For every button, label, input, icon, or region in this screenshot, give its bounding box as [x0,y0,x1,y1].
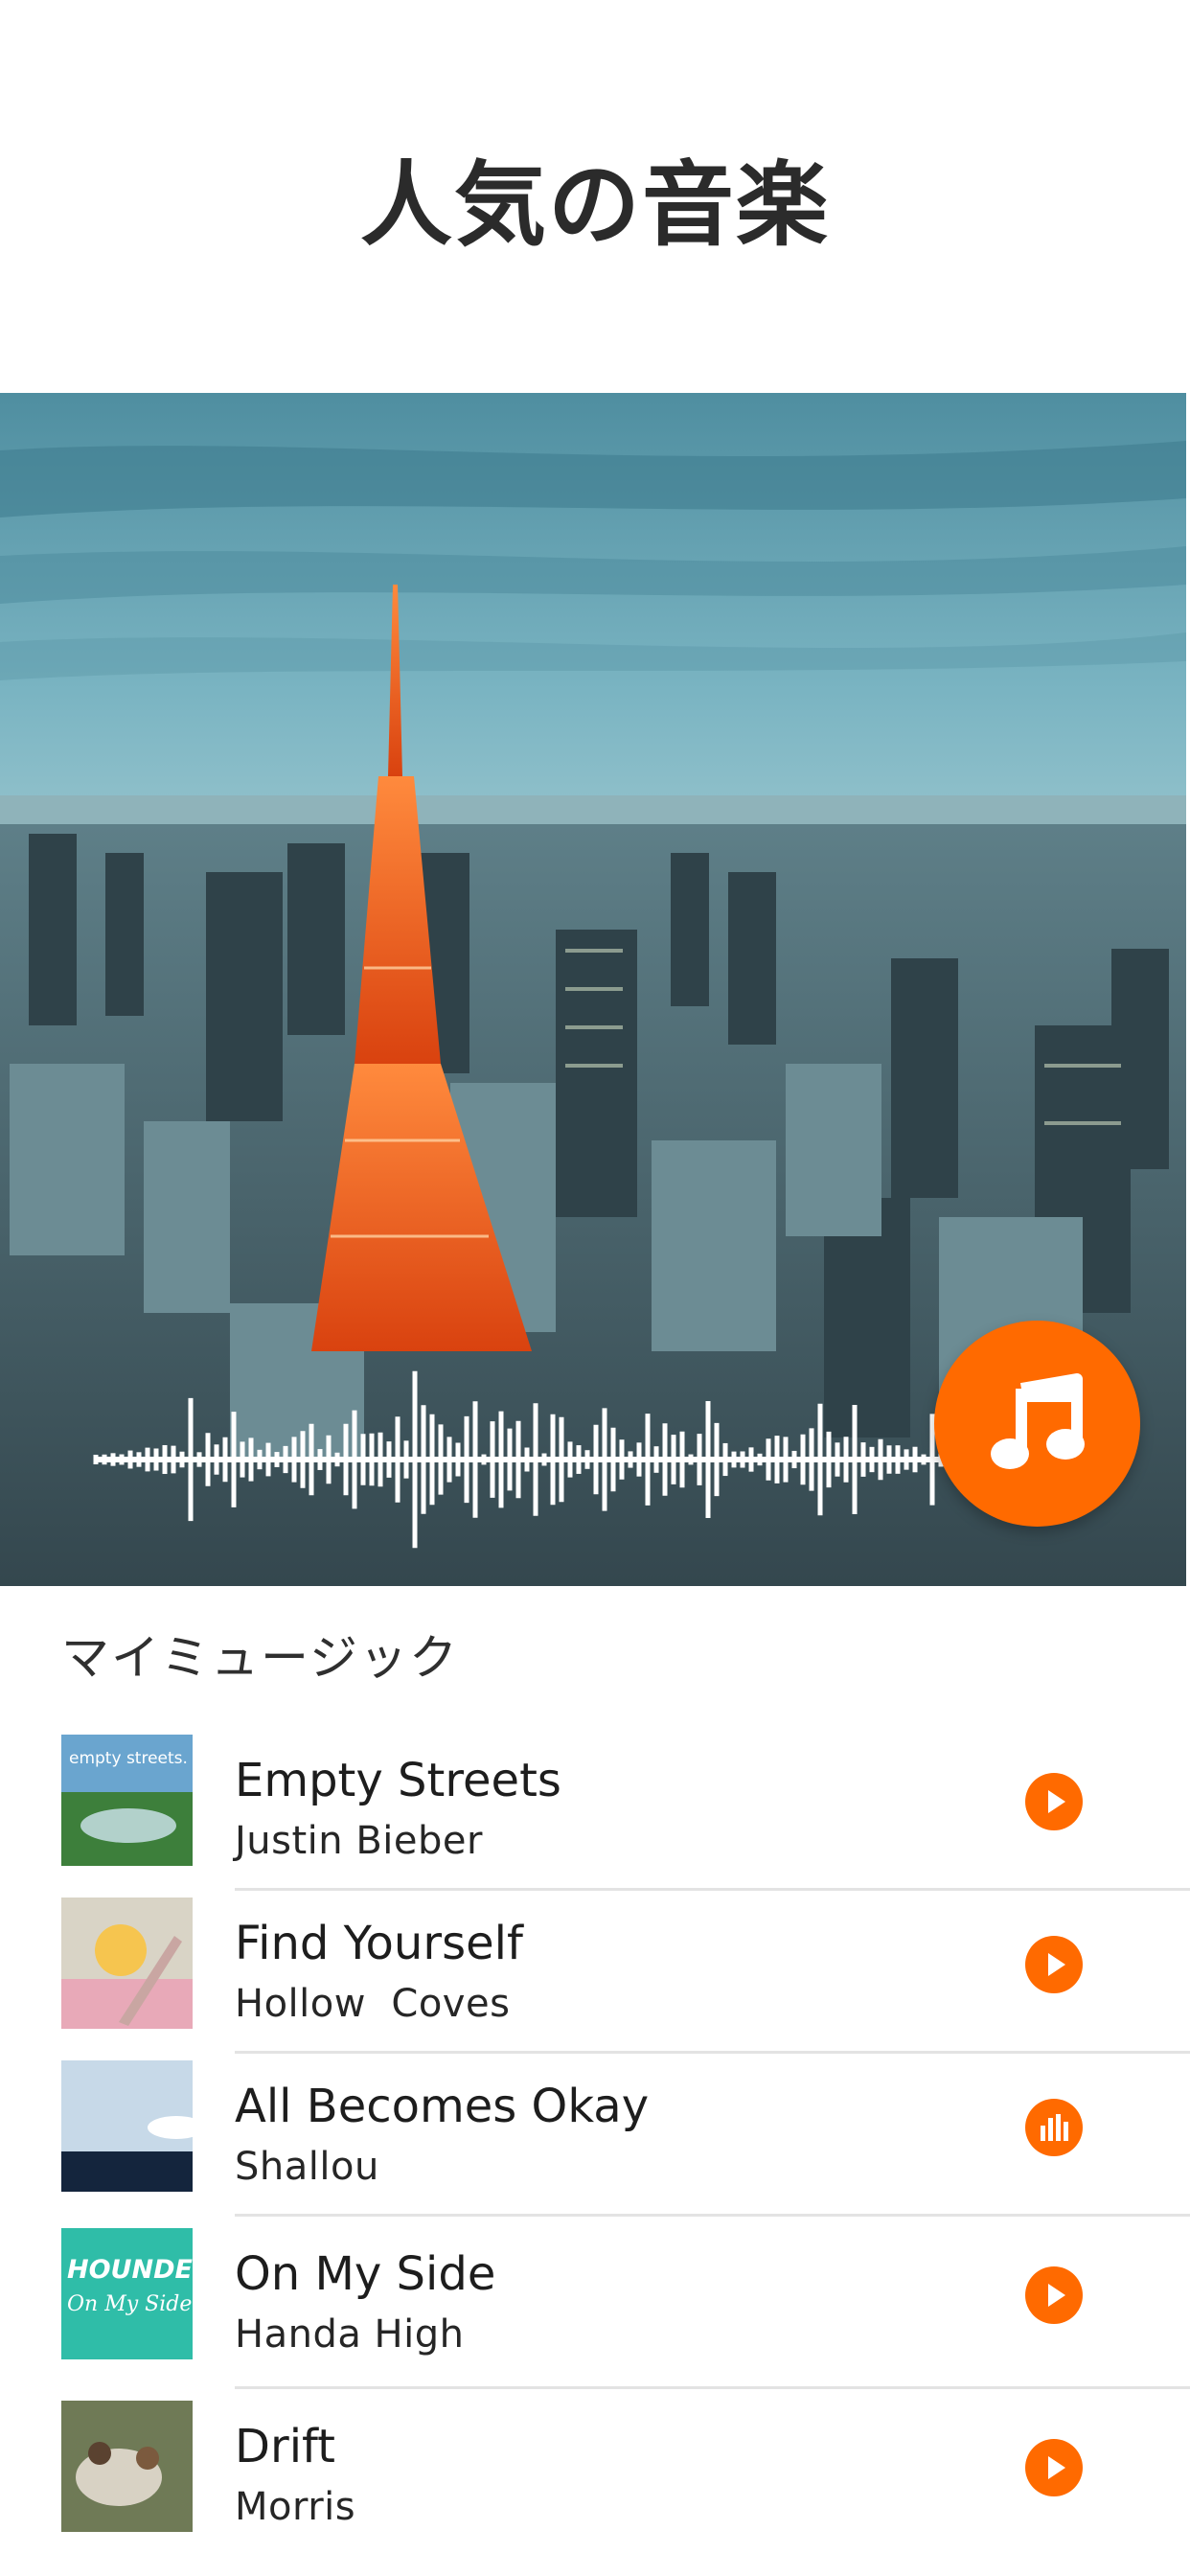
play-button[interactable] [1025,2439,1083,2496]
track-row[interactable]: HOUNDED On My Side On My Side Handa High [0,2228,1190,2391]
page-title: 人気の音楽 [360,150,830,259]
divider [235,2214,1190,2217]
track-row[interactable]: All Becomes Okay Shallou [0,2060,1190,2223]
equalizer-icon [1041,2114,1068,2141]
track-artist: Hollow Coves [235,1982,511,2026]
track-title: Empty Streets [235,1754,561,1807]
track-artist: Handa High [235,2312,465,2357]
track-artist: Morris [235,2485,356,2529]
album-cover: empty streets. [61,1735,193,1866]
album-cover [61,1898,193,2029]
play-button[interactable] [1025,1936,1083,1993]
track-artist: Justin Bieber [235,1819,483,1863]
divider [235,2051,1190,2054]
track-title: Find Yourself [235,1917,523,1970]
cover-text: On My Side [67,2292,192,2316]
play-icon [1048,1790,1065,1813]
section-title: マイミュージック [61,1630,459,1686]
divider [235,2386,1190,2389]
cover-text: empty streets. [69,1749,188,1768]
track-row[interactable]: empty streets. Empty Streets Justin Bieb… [0,1735,1190,1898]
header: 人気の音楽 [0,0,1190,393]
track-row[interactable]: Drift Morris [0,2401,1190,2564]
album-cover [61,2401,193,2532]
cover-text: HOUNDED [67,2255,193,2285]
play-icon [1048,1953,1065,1976]
play-icon [1048,2456,1065,2479]
divider [235,1888,1190,1891]
now-playing-button[interactable] [1025,2099,1083,2156]
track-title: Drift [235,2420,335,2473]
track-row[interactable]: Find Yourself Hollow Coves [0,1898,1190,2060]
album-cover [61,2060,193,2192]
track-title: All Becomes Okay [235,2080,650,2133]
album-cover: HOUNDED On My Side [61,2228,193,2359]
music-note-button[interactable] [934,1321,1140,1527]
track-title: On My Side [235,2247,496,2301]
play-icon [1048,2284,1065,2307]
track-artist: Shallou [235,2145,379,2189]
play-button[interactable] [1025,2266,1083,2324]
music-note-icon [990,1372,1085,1469]
play-button[interactable] [1025,1773,1083,1830]
